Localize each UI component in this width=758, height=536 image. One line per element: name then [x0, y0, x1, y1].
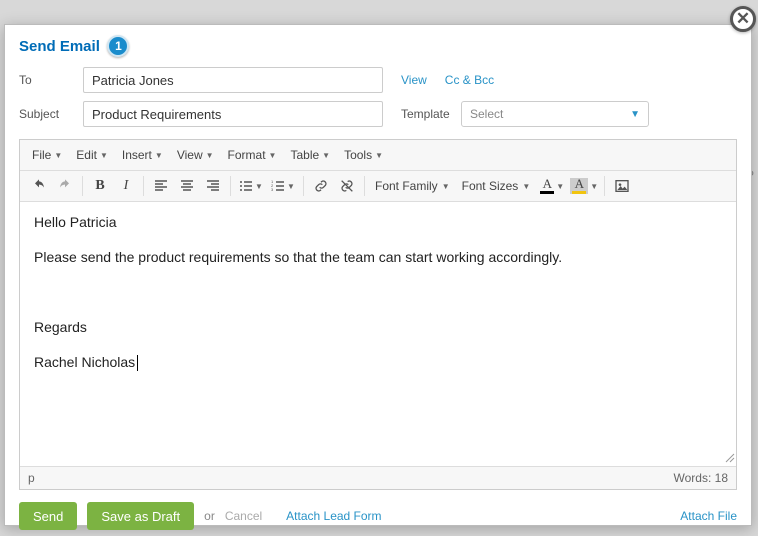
svg-text:3: 3 — [271, 187, 274, 192]
link-button[interactable] — [308, 173, 334, 199]
image-button[interactable] — [609, 173, 635, 199]
editor-toolbar: B I ▼ 123 ▼ — [20, 171, 736, 202]
modal-footer: Send Save as Draft or Cancel Attach Lead… — [5, 490, 751, 536]
close-button[interactable]: ✕ — [730, 6, 756, 32]
template-select[interactable]: Select ▼ — [461, 101, 649, 127]
align-left-button[interactable] — [148, 173, 174, 199]
font-size-select[interactable]: Font Sizes▼ — [456, 173, 537, 199]
editor-content[interactable]: Hello Patricia Please send the product r… — [20, 202, 736, 466]
subject-label: Subject — [19, 107, 75, 121]
unlink-button[interactable] — [334, 173, 360, 199]
bg-color-button[interactable]: A ▼ — [568, 173, 600, 199]
bold-button[interactable]: B — [87, 173, 113, 199]
menu-edit[interactable]: Edit▼ — [70, 144, 114, 166]
undo-button[interactable] — [26, 173, 52, 199]
send-email-modal: Send Email 1 To View Cc & Bcc Subject Te… — [4, 24, 752, 526]
bullet-list-button[interactable]: ▼ — [235, 173, 267, 199]
to-input[interactable] — [83, 67, 383, 93]
template-selected: Select — [470, 107, 503, 121]
attach-lead-form-link[interactable]: Attach Lead Form — [286, 509, 381, 523]
body-line — [34, 282, 722, 303]
align-right-button[interactable] — [200, 173, 226, 199]
menu-format[interactable]: Format▼ — [222, 144, 283, 166]
body-line: Hello Patricia — [34, 212, 722, 233]
body-line: Regards — [34, 317, 722, 338]
menu-insert[interactable]: Insert▼ — [116, 144, 169, 166]
word-count: Words: 18 — [674, 471, 729, 485]
number-list-button[interactable]: 123 ▼ — [267, 173, 299, 199]
modal-title: Send Email — [19, 38, 100, 55]
to-row: To View Cc & Bcc — [5, 63, 751, 97]
editor-menubar: File▼ Edit▼ Insert▼ View▼ Format▼ Table▼… — [20, 140, 736, 171]
cancel-link[interactable]: Cancel — [225, 509, 262, 523]
view-link[interactable]: View — [401, 73, 427, 87]
body-line: Rachel Nicholas — [34, 352, 722, 373]
subject-input[interactable] — [83, 101, 383, 127]
menu-tools[interactable]: Tools▼ — [338, 144, 389, 166]
or-text: or — [204, 509, 215, 523]
modal-header: Send Email 1 — [5, 25, 751, 63]
align-center-button[interactable] — [174, 173, 200, 199]
italic-button[interactable]: I — [113, 173, 139, 199]
cc-bcc-link[interactable]: Cc & Bcc — [445, 73, 494, 87]
resize-handle[interactable] — [723, 451, 735, 466]
body-line: Please send the product requirements so … — [34, 247, 722, 268]
chevron-down-icon: ▼ — [630, 109, 640, 120]
template-label: Template — [401, 107, 453, 121]
font-family-select[interactable]: Font Family▼ — [369, 173, 456, 199]
element-path[interactable]: p — [28, 471, 35, 485]
rich-text-editor: File▼ Edit▼ Insert▼ View▼ Format▼ Table▼… — [19, 139, 737, 490]
send-button[interactable]: Send — [19, 502, 77, 530]
menu-file[interactable]: File▼ — [26, 144, 68, 166]
step-badge: 1 — [107, 35, 129, 57]
menu-view[interactable]: View▼ — [171, 144, 220, 166]
redo-button[interactable] — [52, 173, 78, 199]
save-draft-button[interactable]: Save as Draft — [87, 502, 194, 530]
text-cursor — [137, 355, 138, 371]
to-label: To — [19, 73, 75, 87]
editor-statusbar: p Words: 18 — [20, 466, 736, 489]
text-color-button[interactable]: A ▼ — [536, 173, 568, 199]
attach-file-link[interactable]: Attach File — [680, 509, 737, 523]
menu-table[interactable]: Table▼ — [284, 144, 336, 166]
subject-row: Subject Template Select ▼ — [5, 97, 751, 131]
